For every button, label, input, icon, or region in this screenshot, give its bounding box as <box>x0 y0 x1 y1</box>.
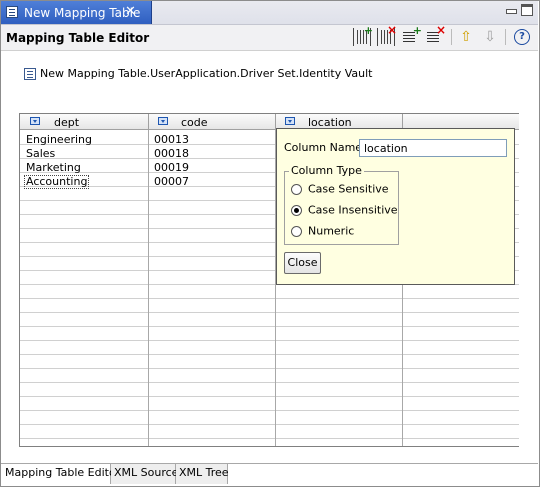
table-cell[interactable]: 00019 <box>154 161 189 174</box>
minimize-icon[interactable] <box>505 5 517 17</box>
radio-label: Case Sensitive <box>308 182 389 196</box>
table-cell[interactable]: Engineering <box>26 133 92 146</box>
column-header-code[interactable]: code <box>149 114 276 130</box>
add-row-icon[interactable] <box>401 24 422 46</box>
editor-title: Mapping Table Editor <box>6 31 150 45</box>
mapping-table-icon <box>24 68 36 80</box>
tab-label: New Mapping Table <box>24 6 141 20</box>
radio-case-sensitive[interactable]: Case Sensitive <box>291 182 389 196</box>
maximize-icon[interactable] <box>521 4 533 16</box>
radio-numeric[interactable]: Numeric <box>291 224 354 238</box>
tab-xml-tree[interactable]: XML Tree <box>176 464 229 484</box>
tab-new-mapping-table[interactable]: New Mapping Table ✕ <box>1 1 152 24</box>
close-icon[interactable]: ✕ <box>125 4 136 19</box>
table-path: New Mapping Table.UserApplication.Driver… <box>40 67 373 80</box>
close-button[interactable]: Close <box>284 252 321 274</box>
delete-column-icon[interactable] <box>377 23 397 46</box>
tab-mapping-table-editor[interactable]: Mapping Table Editor <box>2 464 120 484</box>
table-cell[interactable]: 00013 <box>154 133 189 146</box>
column-name-label: Column Name: <box>284 141 366 154</box>
table-cell-focused[interactable]: Accounting <box>24 175 90 189</box>
column-header-dept[interactable]: dept <box>20 114 149 130</box>
help-icon[interactable]: ? <box>514 29 530 45</box>
toolbar-separator <box>451 29 452 45</box>
radio-button-selected[interactable] <box>291 204 302 216</box>
column-type-label: Column Type <box>289 164 364 177</box>
radio-button[interactable] <box>291 183 302 195</box>
move-down-icon[interactable]: ⇩ <box>481 28 499 46</box>
column-name-input[interactable] <box>359 139 507 157</box>
radio-case-insensitive[interactable]: Case Insensitive <box>291 203 398 217</box>
tab-strip: New Mapping Table ✕ <box>1 1 538 25</box>
column-header-label: dept <box>54 116 80 129</box>
column-menu-icon[interactable] <box>30 117 40 125</box>
radio-button[interactable] <box>291 225 302 237</box>
radio-label: Case Insensitive <box>308 203 398 217</box>
delete-row-icon[interactable] <box>425 23 446 46</box>
table-cell[interactable]: 00018 <box>154 147 189 160</box>
column-header-label: code <box>181 116 208 129</box>
toolbar-separator <box>505 29 506 45</box>
column-menu-icon[interactable] <box>285 117 295 125</box>
column-menu-icon[interactable] <box>158 117 168 125</box>
table-cell[interactable]: 00007 <box>154 175 189 188</box>
add-column-icon[interactable] <box>353 24 373 46</box>
table-cell[interactable]: Sales <box>26 147 55 160</box>
editor-header: Mapping Table Editor ⇧ ⇩ ? <box>1 23 538 51</box>
mapping-table-icon <box>6 6 18 18</box>
radio-label: Numeric <box>308 224 355 238</box>
column-properties-popup: Column Name: Column Type Case Sensitive … <box>276 128 515 285</box>
tab-xml-source[interactable]: XML Source <box>111 464 178 484</box>
table-cell[interactable]: Marketing <box>26 161 81 174</box>
move-up-icon[interactable]: ⇧ <box>457 28 475 46</box>
